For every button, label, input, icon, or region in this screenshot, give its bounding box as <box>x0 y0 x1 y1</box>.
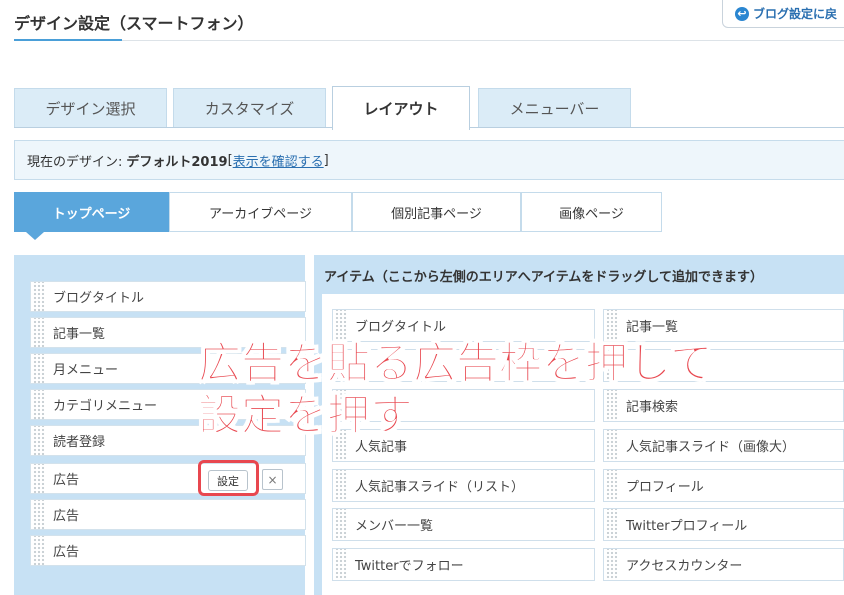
drag-handle-icon[interactable] <box>33 318 45 347</box>
layout-item-ad[interactable]: 広告 <box>30 499 306 530</box>
drag-handle-icon[interactable] <box>335 509 347 540</box>
layout-item-label: 読者登録 <box>53 435 106 450</box>
tab-top-page[interactable]: トップページ <box>14 192 169 232</box>
tab-article-page[interactable]: 個別記事ページ <box>352 192 521 232</box>
drag-handle-icon[interactable] <box>606 470 618 501</box>
drag-handle-icon[interactable] <box>335 549 347 580</box>
current-design-bar: 現在のデザイン: デフォルト2019 [ 表示を確認する ] <box>14 140 844 180</box>
instruction-annotation: 広告を貼る広告枠を押して 設定を押す <box>198 338 714 442</box>
item-card-label: 記事一覧 <box>626 320 679 335</box>
highlight-box <box>198 460 259 496</box>
item-card-label: Twitterでフォロー <box>355 559 464 574</box>
title-divider <box>14 40 844 41</box>
layout-item[interactable]: ブログタイトル <box>30 281 306 312</box>
tab-design-select[interactable]: デザイン選択 <box>14 88 167 128</box>
drag-handle-icon[interactable] <box>33 390 45 419</box>
tab-image-page[interactable]: 画像ページ <box>521 192 662 232</box>
back-to-blog-settings-button[interactable]: ↩ ブログ設定に戻 <box>722 0 844 28</box>
layout-item-label: ブログタイトル <box>53 291 145 306</box>
current-design-prefix: 現在のデザイン: <box>27 154 123 170</box>
layout-item-label: 月メニュー <box>53 363 119 378</box>
link-close-bracket: ] <box>323 152 329 168</box>
tab-archive-page[interactable]: アーカイブページ <box>169 192 352 232</box>
annotation-line-1: 広告を貼る広告枠を押して <box>198 339 714 390</box>
item-card[interactable]: Twitterプロフィール <box>603 508 844 541</box>
tab-menubar[interactable]: メニューバー <box>478 88 631 128</box>
layout-item-label: 広告 <box>53 509 80 524</box>
item-card-label: 人気記事スライド（リスト） <box>355 480 525 495</box>
drag-handle-icon[interactable] <box>33 464 45 493</box>
back-button-label: ブログ設定に戻 <box>753 7 838 21</box>
items-heading: アイテム（ここから左側のエリアへアイテムをドラッグして追加できます） <box>324 270 764 285</box>
drag-handle-icon[interactable] <box>606 549 618 580</box>
current-design-name: デフォルト2019 <box>126 154 228 170</box>
annotation-line-2: 設定を押す <box>198 391 414 442</box>
drag-handle-icon[interactable] <box>33 282 45 311</box>
layout-item-label: 記事一覧 <box>53 327 106 342</box>
title-accent-bar <box>14 39 122 41</box>
item-card-label: メンバー一覧 <box>355 519 434 534</box>
layout-item-label: 広告 <box>53 473 80 488</box>
drag-handle-icon[interactable] <box>606 509 618 540</box>
layout-item-ad[interactable]: 広告 <box>30 535 306 566</box>
drag-handle-icon[interactable] <box>33 536 45 565</box>
item-card[interactable]: Twitterでフォロー <box>332 548 595 581</box>
main-tabs: デザイン選択 カスタマイズ レイアウト メニューバー <box>14 86 844 130</box>
page-title: デザイン設定（スマートフォン） <box>14 14 254 33</box>
drag-handle-icon[interactable] <box>33 500 45 529</box>
drag-handle-icon[interactable] <box>33 354 45 383</box>
item-card-label: ブログタイトル <box>355 320 447 335</box>
return-arrow-icon: ↩ <box>735 6 749 21</box>
item-card-label: アクセスカウンター <box>626 559 743 574</box>
tab-layout[interactable]: レイアウト <box>332 86 470 130</box>
remove-item-button[interactable]: × <box>262 469 283 490</box>
drag-handle-icon[interactable] <box>335 310 347 341</box>
layout-item-label: 広告 <box>53 545 80 560</box>
drag-handle-icon[interactable] <box>33 426 45 455</box>
item-card[interactable]: プロフィール <box>603 469 844 502</box>
active-tab-pointer <box>26 232 44 240</box>
drag-handle-icon[interactable] <box>606 310 618 341</box>
item-card-label: Twitterプロフィール <box>626 519 748 534</box>
layout-item-label: カテゴリメニュー <box>53 399 158 414</box>
drag-handle-icon[interactable] <box>335 470 347 501</box>
view-design-link[interactable]: 表示を確認する <box>233 151 324 170</box>
item-card[interactable]: メンバー一覧 <box>332 508 595 541</box>
item-card[interactable]: アクセスカウンター <box>603 548 844 581</box>
item-card[interactable]: 人気記事スライド（リスト） <box>332 469 595 502</box>
tab-customize[interactable]: カスタマイズ <box>173 88 326 128</box>
item-card-label: プロフィール <box>626 480 704 495</box>
